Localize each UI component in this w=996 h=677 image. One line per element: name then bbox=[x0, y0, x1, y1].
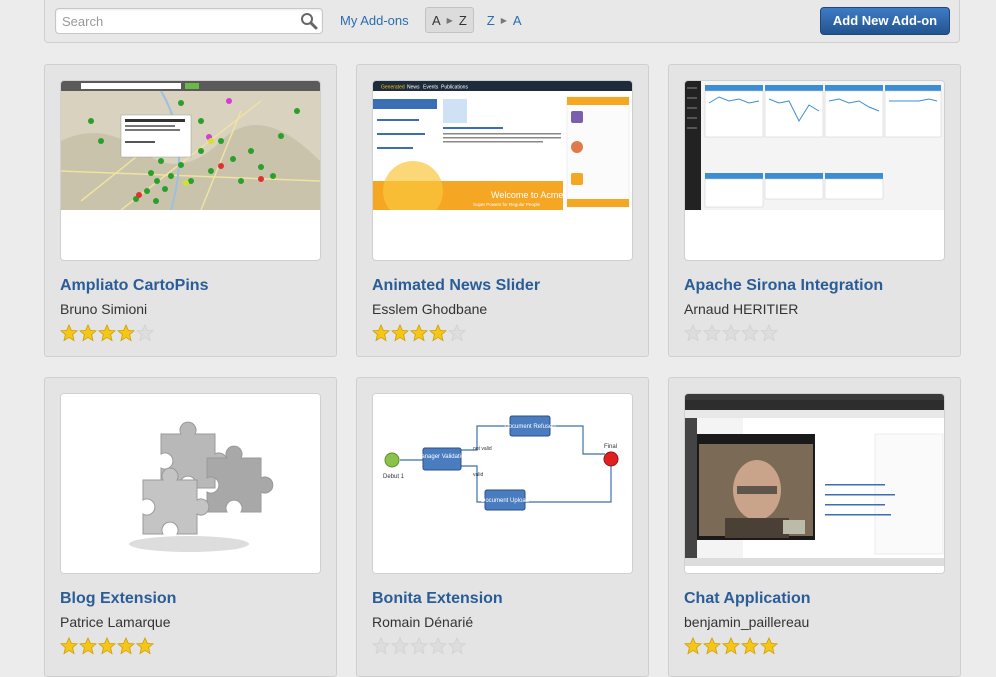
star-filled-icon bbox=[60, 637, 78, 655]
thumb-nav-events: Events bbox=[423, 85, 439, 91]
addon-card[interactable]: Blog Extension Patrice Lamarque bbox=[44, 377, 337, 677]
triangle-right-icon: ▶ bbox=[500, 15, 507, 25]
addon-author: Patrice Lamarque bbox=[60, 614, 171, 630]
star-filled-icon bbox=[98, 637, 116, 655]
star-filled-icon bbox=[760, 637, 778, 655]
rating-stars bbox=[60, 324, 155, 342]
workflow-edge-not-valid: not valid bbox=[473, 446, 492, 452]
addon-card[interactable]: Ampliato CartoPins Bruno Simioni bbox=[44, 64, 337, 357]
star-filled-icon bbox=[98, 324, 116, 342]
addon-author: Arnaud HERITIER bbox=[684, 301, 799, 317]
star-filled-icon bbox=[391, 324, 409, 342]
star-filled-icon bbox=[79, 324, 97, 342]
thumb-nav-generated: Generated bbox=[381, 85, 405, 91]
star-empty-icon bbox=[448, 324, 466, 342]
rating-stars bbox=[684, 637, 779, 655]
star-empty-icon bbox=[391, 637, 409, 655]
addon-thumbnail[interactable] bbox=[60, 80, 321, 261]
addon-author: Bruno Simioni bbox=[60, 301, 148, 317]
workflow-node-refused: Document Refused bbox=[504, 424, 555, 430]
workflow-node-manager: Manager Validation bbox=[416, 454, 467, 460]
rating-stars bbox=[372, 324, 467, 342]
map-screenshot bbox=[61, 81, 320, 210]
star-empty-icon bbox=[703, 324, 721, 342]
star-filled-icon bbox=[741, 637, 759, 655]
star-filled-icon bbox=[117, 324, 135, 342]
rating-stars bbox=[372, 637, 467, 655]
toolbar: My Add-ons A ▶ Z Z ▶ A Add New Add-on bbox=[44, 0, 960, 43]
search-input[interactable] bbox=[56, 9, 304, 33]
rating-stars bbox=[60, 637, 155, 655]
sort-a-z-button[interactable]: A ▶ Z bbox=[425, 7, 474, 33]
star-filled-icon bbox=[722, 637, 740, 655]
star-empty-icon bbox=[760, 324, 778, 342]
workflow-start-label: Debut 1 bbox=[383, 474, 405, 480]
addon-thumbnail[interactable]: Generated News Events Publications Welco… bbox=[372, 80, 633, 261]
puzzle-icon bbox=[61, 394, 320, 573]
star-filled-icon bbox=[60, 324, 78, 342]
addon-card[interactable]: Generated News Events Publications Welco… bbox=[356, 64, 649, 357]
star-filled-icon bbox=[703, 637, 721, 655]
thumb-banner-sub: Super Powers for Regular People bbox=[473, 202, 541, 207]
star-empty-icon bbox=[684, 324, 702, 342]
sort-z-a-button[interactable]: Z ▶ A bbox=[480, 7, 529, 33]
star-filled-icon bbox=[372, 324, 390, 342]
addon-author: benjamin_paillereau bbox=[684, 614, 810, 630]
dashboard-screenshot bbox=[685, 81, 944, 210]
sort-group: A ▶ Z Z ▶ A bbox=[425, 7, 535, 33]
thumb-nav-publications: Publications bbox=[441, 85, 468, 91]
chat-screenshot bbox=[685, 394, 944, 573]
workflow-diagram: Manager Validation Document Refused Docu… bbox=[373, 394, 632, 573]
star-filled-icon bbox=[410, 324, 428, 342]
addon-title[interactable]: Blog Extension bbox=[60, 590, 176, 608]
addon-title[interactable]: Apache Sirona Integration bbox=[684, 277, 883, 295]
addon-thumbnail[interactable] bbox=[60, 393, 321, 574]
addon-title[interactable]: Bonita Extension bbox=[372, 590, 503, 608]
star-empty-icon bbox=[429, 637, 447, 655]
thumb-nav-news: News bbox=[407, 85, 420, 91]
star-filled-icon bbox=[429, 324, 447, 342]
addon-card[interactable]: Chat Application benjamin_paillereau bbox=[668, 377, 961, 677]
workflow-edge-valid: valid bbox=[473, 472, 484, 478]
search-icon[interactable] bbox=[300, 12, 318, 30]
thumb-banner-text: Welcome to Acme bbox=[491, 190, 563, 200]
addon-thumbnail[interactable] bbox=[684, 80, 945, 261]
star-filled-icon bbox=[684, 637, 702, 655]
news-slider-screenshot: Generated News Events Publications Welco… bbox=[373, 81, 632, 210]
star-filled-icon bbox=[117, 637, 135, 655]
addon-thumbnail[interactable] bbox=[684, 393, 945, 574]
workflow-node-upload: Document Upload bbox=[481, 498, 529, 504]
rating-stars bbox=[684, 324, 779, 342]
addon-title[interactable]: Ampliato CartoPins bbox=[60, 277, 208, 295]
addon-author: Esslem Ghodbane bbox=[372, 301, 488, 317]
addon-title[interactable]: Animated News Slider bbox=[372, 277, 540, 295]
star-empty-icon bbox=[448, 637, 466, 655]
add-new-addon-button[interactable]: Add New Add-on bbox=[820, 7, 950, 35]
search-box[interactable] bbox=[55, 8, 323, 34]
star-empty-icon bbox=[722, 324, 740, 342]
addon-card[interactable]: Apache Sirona Integration Arnaud HERITIE… bbox=[668, 64, 961, 357]
star-empty-icon bbox=[136, 324, 154, 342]
addon-title[interactable]: Chat Application bbox=[684, 590, 811, 608]
star-filled-icon bbox=[79, 637, 97, 655]
star-empty-icon bbox=[741, 324, 759, 342]
triangle-right-icon: ▶ bbox=[446, 15, 453, 25]
workflow-final-label: Final bbox=[604, 444, 617, 450]
star-empty-icon bbox=[372, 637, 390, 655]
addon-thumbnail[interactable]: Manager Validation Document Refused Docu… bbox=[372, 393, 633, 574]
star-filled-icon bbox=[136, 637, 154, 655]
my-addons-link[interactable]: My Add-ons bbox=[340, 13, 409, 28]
addon-card[interactable]: Manager Validation Document Refused Docu… bbox=[356, 377, 649, 677]
addon-author: Romain Dénarié bbox=[372, 614, 474, 630]
star-empty-icon bbox=[410, 637, 428, 655]
